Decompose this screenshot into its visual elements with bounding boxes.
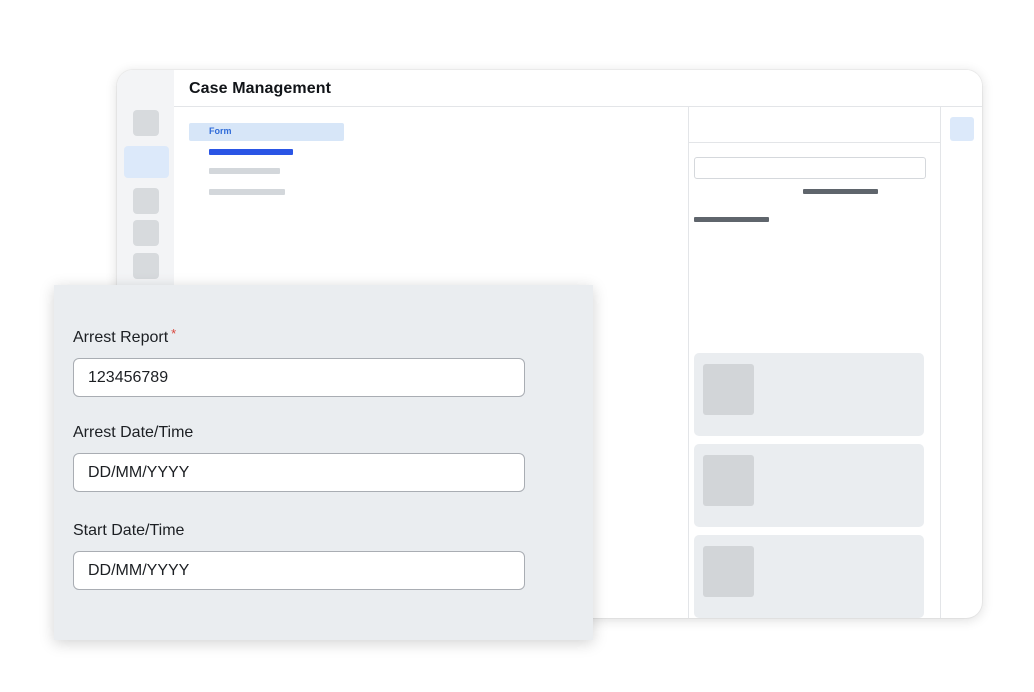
tree-item-placeholder[interactable] xyxy=(209,189,285,195)
tree-item-form-label: Form xyxy=(209,126,232,136)
required-mark: * xyxy=(171,326,177,341)
tree-item-active-bar[interactable] xyxy=(209,149,293,155)
details-card[interactable] xyxy=(694,535,924,618)
tree-item-placeholder[interactable] xyxy=(209,168,280,174)
start-datetime-label: Start Date/Time xyxy=(73,522,185,539)
tree-item-form[interactable]: Form xyxy=(189,123,344,141)
side-action-button[interactable] xyxy=(950,117,974,141)
arrest-datetime-label: Arrest Date/Time xyxy=(73,424,194,441)
details-card[interactable] xyxy=(694,353,924,436)
form-panel: Arrest Report * 123456789 Arrest Date/Tim… xyxy=(54,285,593,640)
arrest-datetime-input[interactable]: DD/MM/YYYY xyxy=(73,453,525,492)
rail-nav-item-active[interactable] xyxy=(124,146,169,178)
arrest-report-input[interactable]: 123456789 xyxy=(73,358,525,397)
card-thumbnail-placeholder xyxy=(703,546,754,597)
arrest-report-label-text: Arrest Report xyxy=(73,329,169,346)
rail-nav-item[interactable] xyxy=(133,110,159,136)
rail-nav-item[interactable] xyxy=(133,253,159,279)
titlebar: Case Management xyxy=(174,70,982,107)
card-thumbnail-placeholder xyxy=(703,364,754,415)
details-text-placeholder xyxy=(694,217,769,222)
start-datetime-input[interactable]: DD/MM/YYYY xyxy=(73,551,525,590)
details-text-placeholder xyxy=(803,189,878,194)
rail-nav-item[interactable] xyxy=(133,220,159,246)
details-search-input[interactable] xyxy=(694,157,926,179)
pane-divider xyxy=(688,107,689,618)
pane-divider xyxy=(940,107,941,618)
rail-nav-item[interactable] xyxy=(133,188,159,214)
card-thumbnail-placeholder xyxy=(703,455,754,506)
details-card[interactable] xyxy=(694,444,924,527)
arrest-report-label: Arrest Report * xyxy=(73,326,177,347)
details-header xyxy=(689,107,940,143)
page-title: Case Management xyxy=(189,80,331,97)
